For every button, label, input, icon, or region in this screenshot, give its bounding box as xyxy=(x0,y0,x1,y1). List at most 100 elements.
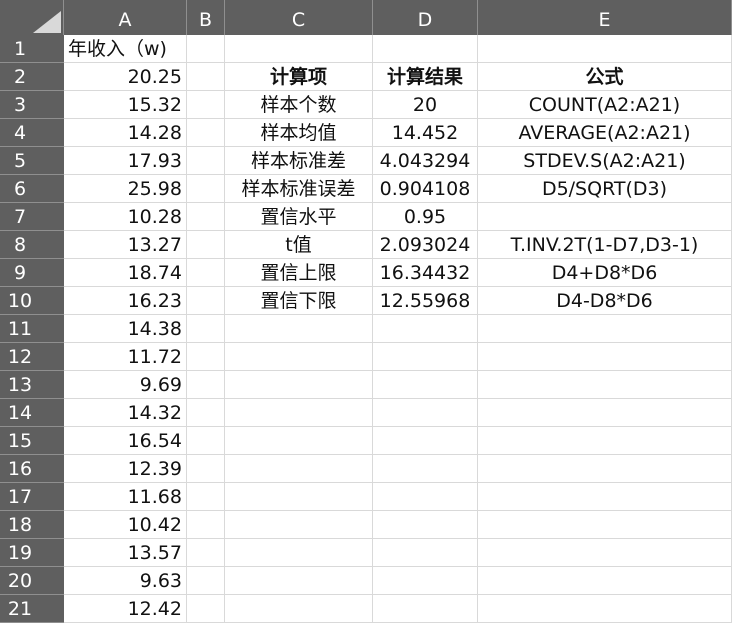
column-header-e[interactable]: E xyxy=(478,0,732,35)
cell-d12[interactable] xyxy=(373,343,478,371)
cell-e14[interactable] xyxy=(478,399,732,427)
row-header-13[interactable]: 13 xyxy=(0,371,64,399)
cell-b2[interactable] xyxy=(187,63,225,91)
cell-b1[interactable] xyxy=(187,35,225,63)
cell-d16[interactable] xyxy=(373,455,478,483)
cell-c2[interactable]: 计算项 xyxy=(225,63,373,91)
row-header-5[interactable]: 5 xyxy=(0,147,64,175)
row-header-21[interactable]: 21 xyxy=(0,595,64,623)
cell-e1[interactable] xyxy=(478,35,732,63)
row-header-4[interactable]: 4 xyxy=(0,119,64,147)
row-header-2[interactable]: 2 xyxy=(0,63,64,91)
cell-c8[interactable]: t值 xyxy=(225,231,373,259)
cell-e7[interactable] xyxy=(478,203,732,231)
cell-e17[interactable] xyxy=(478,483,732,511)
row-header-17[interactable]: 17 xyxy=(0,483,64,511)
cell-b3[interactable] xyxy=(187,91,225,119)
cell-d1[interactable] xyxy=(373,35,478,63)
cell-c6[interactable]: 样本标准误差 xyxy=(225,175,373,203)
cell-b16[interactable] xyxy=(187,455,225,483)
cell-c18[interactable] xyxy=(225,511,373,539)
cell-e8[interactable]: T.INV.2T(1-D7,D3-1) xyxy=(478,231,732,259)
cell-a13[interactable]: 9.69 xyxy=(64,371,187,399)
cell-e10[interactable]: D4-D8*D6 xyxy=(478,287,732,315)
cell-d10[interactable]: 12.55968 xyxy=(373,287,478,315)
cell-a5[interactable]: 17.93 xyxy=(64,147,187,175)
cell-d3[interactable]: 20 xyxy=(373,91,478,119)
cell-e11[interactable] xyxy=(478,315,732,343)
cell-c15[interactable] xyxy=(225,427,373,455)
select-all-corner[interactable] xyxy=(0,0,64,35)
cell-c14[interactable] xyxy=(225,399,373,427)
cell-b9[interactable] xyxy=(187,259,225,287)
cell-e5[interactable]: STDEV.S(A2:A21) xyxy=(478,147,732,175)
column-header-b[interactable]: B xyxy=(187,0,225,35)
cell-b20[interactable] xyxy=(187,567,225,595)
row-header-1[interactable]: 1 xyxy=(0,35,64,63)
cell-d8[interactable]: 2.093024 xyxy=(373,231,478,259)
cell-b13[interactable] xyxy=(187,371,225,399)
cell-a6[interactable]: 25.98 xyxy=(64,175,187,203)
cell-a17[interactable]: 11.68 xyxy=(64,483,187,511)
cell-b21[interactable] xyxy=(187,595,225,623)
cell-c16[interactable] xyxy=(225,455,373,483)
row-header-20[interactable]: 20 xyxy=(0,567,64,595)
cell-d5[interactable]: 4.043294 xyxy=(373,147,478,175)
cell-a8[interactable]: 13.27 xyxy=(64,231,187,259)
cell-d6[interactable]: 0.904108 xyxy=(373,175,478,203)
cell-a20[interactable]: 9.63 xyxy=(64,567,187,595)
cell-c10[interactable]: 置信下限 xyxy=(225,287,373,315)
cell-b10[interactable] xyxy=(187,287,225,315)
row-header-18[interactable]: 18 xyxy=(0,511,64,539)
column-header-a[interactable]: A xyxy=(64,0,187,35)
cell-d17[interactable] xyxy=(373,483,478,511)
cell-b15[interactable] xyxy=(187,427,225,455)
cell-e2[interactable]: 公式 xyxy=(478,63,732,91)
cell-c7[interactable]: 置信水平 xyxy=(225,203,373,231)
cell-a7[interactable]: 10.28 xyxy=(64,203,187,231)
cell-c9[interactable]: 置信上限 xyxy=(225,259,373,287)
cell-b6[interactable] xyxy=(187,175,225,203)
cell-a15[interactable]: 16.54 xyxy=(64,427,187,455)
cell-a10[interactable]: 16.23 xyxy=(64,287,187,315)
cell-d7[interactable]: 0.95 xyxy=(373,203,478,231)
cell-a21[interactable]: 12.42 xyxy=(64,595,187,623)
row-header-14[interactable]: 14 xyxy=(0,399,64,427)
row-header-19[interactable]: 19 xyxy=(0,539,64,567)
cell-c12[interactable] xyxy=(225,343,373,371)
row-header-11[interactable]: 11 xyxy=(0,315,64,343)
cell-b17[interactable] xyxy=(187,483,225,511)
cell-e12[interactable] xyxy=(478,343,732,371)
cell-b8[interactable] xyxy=(187,231,225,259)
cell-e21[interactable] xyxy=(478,595,732,623)
column-header-c[interactable]: C xyxy=(225,0,373,35)
row-header-9[interactable]: 9 xyxy=(0,259,64,287)
cell-a1[interactable]: 年收入（w) xyxy=(64,35,187,63)
row-header-6[interactable]: 6 xyxy=(0,175,64,203)
cell-b12[interactable] xyxy=(187,343,225,371)
cell-a9[interactable]: 18.74 xyxy=(64,259,187,287)
cell-e16[interactable] xyxy=(478,455,732,483)
cell-e3[interactable]: COUNT(A2:A21) xyxy=(478,91,732,119)
cell-a16[interactable]: 12.39 xyxy=(64,455,187,483)
cell-d15[interactable] xyxy=(373,427,478,455)
cell-b11[interactable] xyxy=(187,315,225,343)
cell-e18[interactable] xyxy=(478,511,732,539)
cell-e20[interactable] xyxy=(478,567,732,595)
cell-d2[interactable]: 计算结果 xyxy=(373,63,478,91)
cell-c1[interactable] xyxy=(225,35,373,63)
cell-d21[interactable] xyxy=(373,595,478,623)
row-header-8[interactable]: 8 xyxy=(0,231,64,259)
cell-d11[interactable] xyxy=(373,315,478,343)
cell-c5[interactable]: 样本标准差 xyxy=(225,147,373,175)
cell-b7[interactable] xyxy=(187,203,225,231)
cell-a2[interactable]: 20.25 xyxy=(64,63,187,91)
cell-b5[interactable] xyxy=(187,147,225,175)
cell-d18[interactable] xyxy=(373,511,478,539)
cell-b14[interactable] xyxy=(187,399,225,427)
cell-e19[interactable] xyxy=(478,539,732,567)
cell-c3[interactable]: 样本个数 xyxy=(225,91,373,119)
cell-a14[interactable]: 14.32 xyxy=(64,399,187,427)
cell-c11[interactable] xyxy=(225,315,373,343)
cell-a19[interactable]: 13.57 xyxy=(64,539,187,567)
